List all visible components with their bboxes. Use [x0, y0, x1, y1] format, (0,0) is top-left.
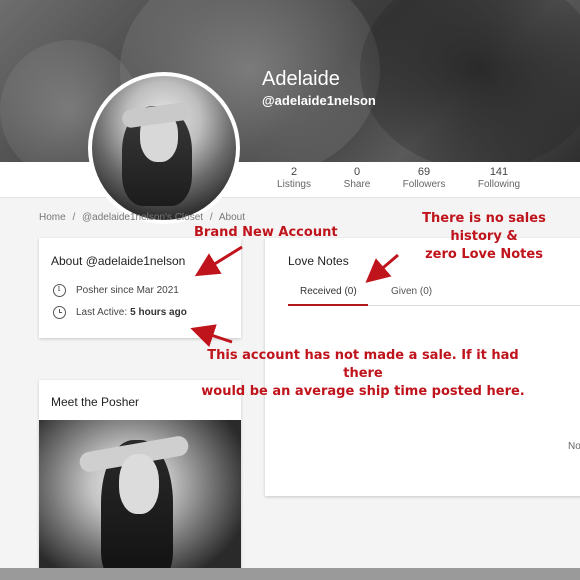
- stat-label: Listings: [277, 179, 311, 190]
- active-tab-indicator: [288, 304, 368, 306]
- stat-value: 141: [489, 166, 509, 178]
- tab-received[interactable]: Received (0): [300, 286, 357, 297]
- meet-title: Meet the Posher: [51, 395, 140, 409]
- breadcrumb-closet[interactable]: @adelaide1nelson's Closet: [82, 212, 203, 223]
- meet-the-posher-card: Meet the Posher: [39, 380, 241, 580]
- cover-photo: Adelaide @adelaide1nelson: [0, 0, 580, 162]
- annotation-no-sale: This account has not made a sale. If it …: [198, 347, 528, 401]
- empty-state-text: No: [568, 441, 580, 452]
- stat-followers[interactable]: 69 Followers: [389, 166, 459, 190]
- last-active-label: Last Active:: [76, 307, 128, 318]
- about-title: About @adelaide1nelson: [51, 254, 186, 268]
- info-icon: [53, 284, 66, 297]
- annotation-no-sales-line2: zero Love Notes: [425, 247, 543, 262]
- breadcrumb-separator: /: [209, 212, 213, 223]
- stat-value: 69: [417, 166, 431, 178]
- profile-name: Adelaide: [262, 68, 340, 90]
- last-active-row: Last Active: 5 hours ago: [53, 306, 187, 319]
- stat-value: 0: [353, 166, 361, 178]
- about-card: About @adelaide1nelson Posher since Mar …: [39, 238, 241, 338]
- annotation-no-sale-line1: This account has not made a sale. If it …: [207, 348, 519, 381]
- annotation-no-sales-line1: There is no sales history &: [422, 211, 546, 244]
- stat-label: Followers: [402, 179, 446, 190]
- posher-since-text: Posher since Mar 2021: [76, 285, 179, 296]
- stat-share[interactable]: 0 Share: [322, 166, 392, 190]
- avatar[interactable]: [88, 72, 240, 224]
- breadcrumb: Home / @adelaide1nelson's Closet / About: [39, 212, 249, 223]
- tab-given[interactable]: Given (0): [391, 286, 432, 297]
- stat-value: 2: [290, 166, 298, 178]
- clock-icon: [53, 306, 66, 319]
- stats-bar: 2 Listings 0 Share 69 Followers 141 Foll…: [0, 162, 580, 198]
- bottom-scroll-bar: [0, 568, 580, 580]
- posher-photo: [39, 420, 241, 580]
- annotation-brand-new: Brand New Account: [194, 225, 338, 240]
- annotation-no-sales: There is no sales history & zero Love No…: [396, 210, 572, 264]
- posher-since-row: Posher since Mar 2021: [53, 284, 179, 297]
- breadcrumb-about: About: [218, 212, 245, 223]
- love-notes-title: Love Notes: [288, 254, 349, 268]
- last-active-value: 5 hours ago: [130, 307, 187, 318]
- stat-label: Share: [343, 179, 371, 190]
- annotation-no-sale-line2: would be an average ship time posted her…: [201, 384, 525, 399]
- love-notes-tabs: Received (0) Given (0): [288, 280, 580, 306]
- stat-label: Following: [477, 179, 521, 190]
- profile-handle: @adelaide1nelson: [262, 93, 376, 108]
- stat-listings[interactable]: 2 Listings: [259, 166, 329, 190]
- stat-following[interactable]: 141 Following: [464, 166, 534, 190]
- breadcrumb-home[interactable]: Home: [39, 212, 66, 223]
- breadcrumb-separator: /: [72, 212, 76, 223]
